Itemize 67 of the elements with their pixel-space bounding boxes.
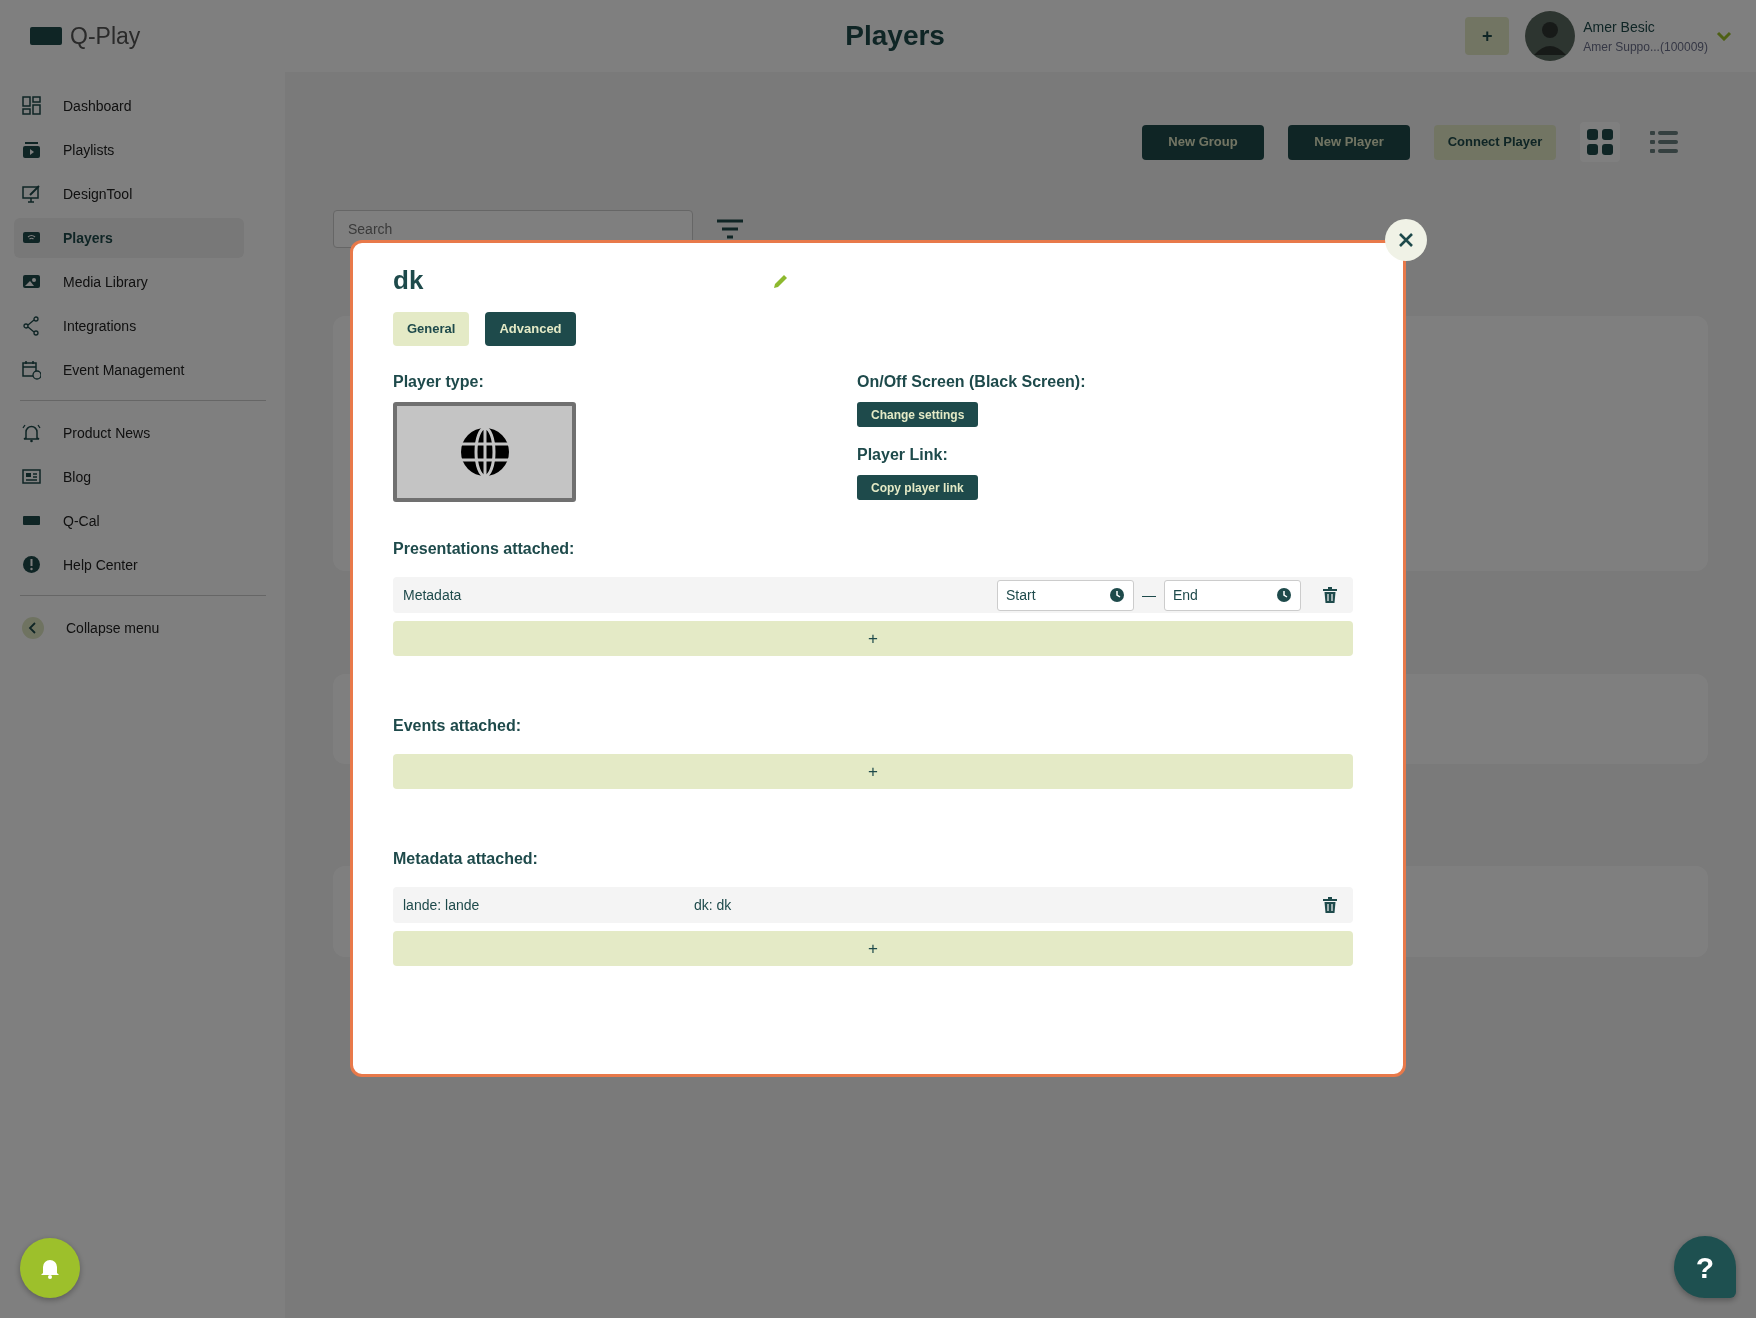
add-row-button[interactable]: + xyxy=(393,931,1353,967)
grid-view-button[interactable] xyxy=(1580,122,1620,162)
page-title: Players xyxy=(844,19,946,53)
change-settings-button[interactable]: Change settings xyxy=(857,402,979,428)
toolbar-button[interactable]: Connect Player xyxy=(1434,124,1556,160)
section-heading: Presentations attached: xyxy=(393,539,576,560)
start-time-field[interactable]: Start xyxy=(997,579,1134,611)
sidebar-item[interactable]: Help Center xyxy=(14,545,244,585)
help-button[interactable]: ? xyxy=(1674,1236,1736,1298)
chevron-down-icon xyxy=(1716,31,1732,41)
add-row-button[interactable]: + xyxy=(393,754,1353,790)
add-row-button[interactable]: + xyxy=(393,621,1353,657)
add-button[interactable]: + xyxy=(1465,17,1510,55)
presentation-name: Metadata xyxy=(403,585,463,605)
copy-link-button[interactable]: Copy player link xyxy=(857,475,978,501)
sidebar-item[interactable]: Dashboard xyxy=(14,86,244,126)
logo-text: Q-Play xyxy=(70,21,141,51)
share-icon xyxy=(22,316,41,336)
close-button[interactable] xyxy=(1385,219,1427,261)
play-icon xyxy=(22,140,41,160)
exclamation-icon xyxy=(22,555,41,575)
sidebar-item[interactable]: DesignTool xyxy=(14,174,244,214)
metadata-entry: dk: dk xyxy=(694,895,733,915)
toolbar-button[interactable]: New Group xyxy=(1142,124,1264,160)
bell-icon xyxy=(40,1257,60,1279)
sidebar-item[interactable]: Integrations xyxy=(14,306,244,346)
trash-icon xyxy=(1323,587,1337,604)
collapse-menu-button[interactable]: Collapse menu xyxy=(14,608,244,648)
sidebar-item[interactable]: Product News xyxy=(14,413,244,453)
clock-icon xyxy=(1277,587,1291,602)
chevron-left-icon xyxy=(22,617,44,639)
sidebar-item[interactable]: Event Management xyxy=(14,350,244,390)
sidebar-item[interactable]: Q-Cal xyxy=(14,501,244,541)
metadata-entry: lande: lande xyxy=(403,895,481,915)
pencil-icon xyxy=(773,272,789,289)
end-time-field[interactable]: End xyxy=(1164,579,1301,611)
dashboard-icon xyxy=(22,96,41,116)
separator: — xyxy=(1142,585,1156,605)
sidebar-item[interactable]: Playlists xyxy=(14,130,244,170)
section-heading: Metadata attached: xyxy=(393,849,539,870)
tab[interactable]: General xyxy=(393,312,470,347)
toolbar-button[interactable]: New Player xyxy=(1288,124,1410,160)
calendar-icon xyxy=(22,360,41,380)
bell-icon xyxy=(22,423,41,443)
sidebar-item[interactable]: Blog xyxy=(14,457,244,497)
list-icon xyxy=(1650,131,1678,153)
player-type-tile[interactable] xyxy=(393,402,576,503)
sidebar-item[interactable]: Players xyxy=(14,218,244,258)
filter-icon xyxy=(717,219,743,239)
sidebar-item[interactable]: Media Library xyxy=(14,262,244,302)
avatar-icon xyxy=(1525,11,1576,61)
logo-icon xyxy=(30,27,62,45)
monitor-pen-icon xyxy=(22,184,41,204)
dialog-title: dk xyxy=(393,265,425,297)
grid-icon xyxy=(1587,129,1613,155)
trash-icon xyxy=(1323,897,1337,914)
newspaper-icon xyxy=(22,467,41,487)
user-name: Amer Besic xyxy=(1583,17,1656,37)
clock-icon xyxy=(1110,587,1124,602)
tab[interactable]: Advanced xyxy=(485,312,576,347)
section-heading: On/Off Screen (Black Screen): xyxy=(857,372,1086,393)
section-heading: Events attached: xyxy=(393,716,523,737)
close-icon xyxy=(1398,232,1414,248)
account-name: Amer Suppo...(100009) xyxy=(1583,38,1708,56)
globe-icon xyxy=(458,426,511,479)
section-heading: Player Link: xyxy=(857,445,948,466)
section-heading: Player type: xyxy=(393,372,485,393)
